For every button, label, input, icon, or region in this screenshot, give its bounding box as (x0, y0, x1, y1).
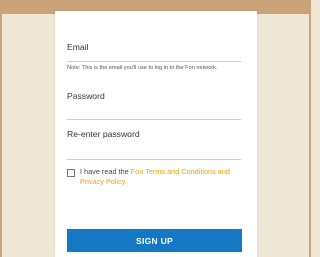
email-note: Note: This is the email you'll use to lo… (67, 65, 218, 71)
password-field[interactable] (67, 119, 241, 120)
terms-prefix: I have read the (80, 167, 131, 176)
signup-button[interactable]: SIGN UP (67, 229, 242, 252)
signup-form-card: Email Note: This is the email you'll use… (55, 11, 257, 257)
reenter-password-field[interactable] (67, 159, 241, 160)
password-label: Password (67, 91, 105, 101)
email-label: Email (67, 42, 89, 52)
left-frame-edge (0, 14, 2, 257)
right-frame-edge (309, 14, 311, 257)
terms-text: I have read the Fon Terms and Conditions… (80, 167, 245, 187)
email-field[interactable] (67, 61, 241, 62)
terms-checkbox[interactable] (67, 169, 75, 177)
reenter-password-label: Re-enter password (67, 129, 140, 139)
